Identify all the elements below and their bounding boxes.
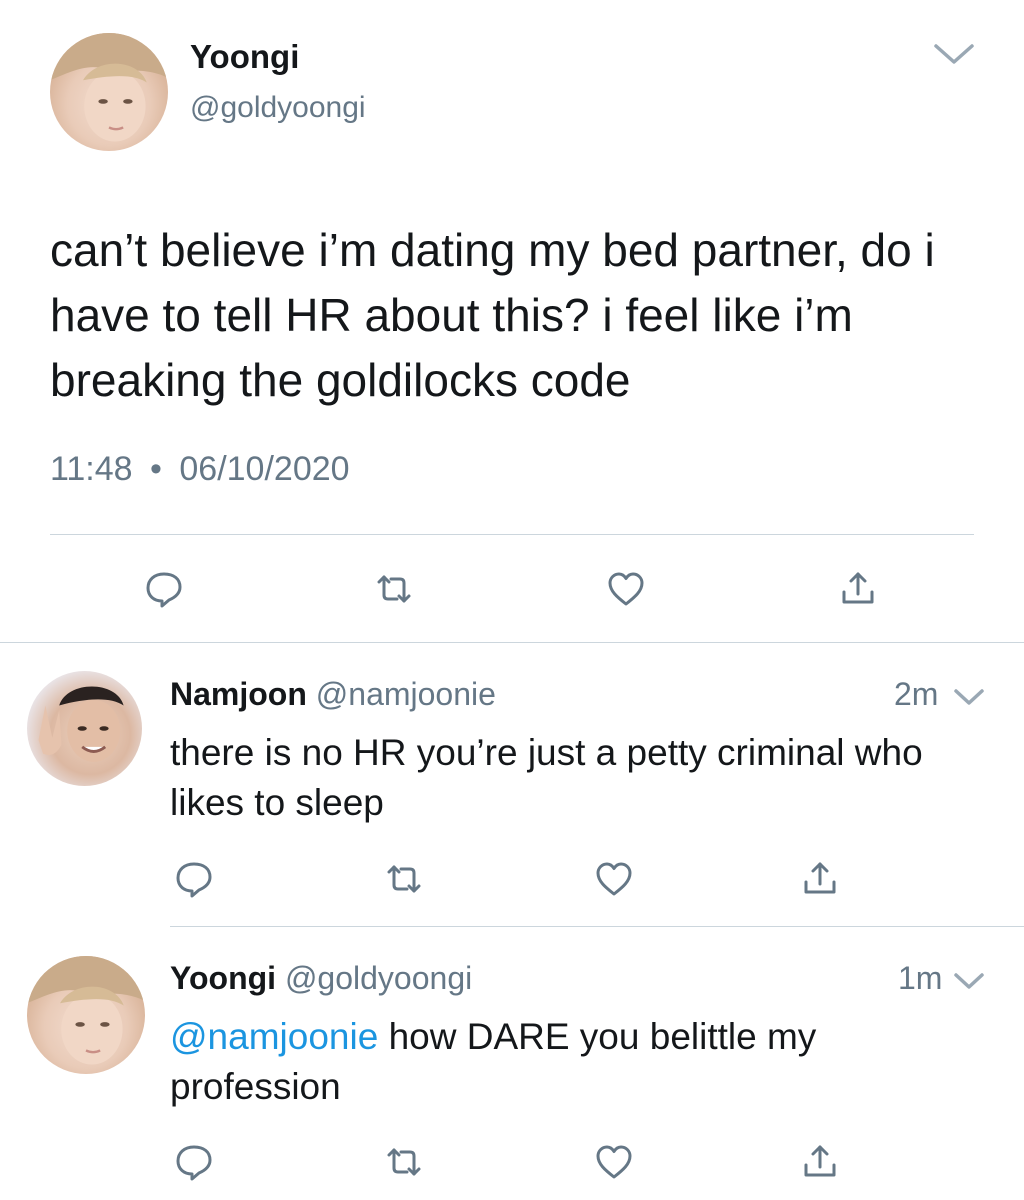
avatar-photo <box>38 686 124 762</box>
share-icon <box>804 1145 836 1177</box>
like-button[interactable] <box>602 565 650 613</box>
handle[interactable]: @namjoonie <box>316 676 496 712</box>
display-name[interactable]: Namjoon <box>170 676 307 712</box>
reply-age: 2m <box>894 676 939 712</box>
heart-icon <box>596 1145 632 1179</box>
chevron-down-icon[interactable] <box>952 686 986 708</box>
retweet-icon <box>387 865 421 893</box>
avatar[interactable] <box>27 671 142 786</box>
mention-link[interactable]: @namjoonie <box>170 1016 378 1057</box>
like-button[interactable] <box>590 855 638 903</box>
avatar[interactable] <box>50 33 168 151</box>
reply-text: @namjoonie how DARE you belittle my prof… <box>170 1012 930 1112</box>
divider <box>0 642 1024 643</box>
display-name[interactable]: Yoongi <box>170 960 276 996</box>
retweet-button[interactable] <box>370 565 418 613</box>
reply-text: there is no HR you’re just a petty crimi… <box>170 728 930 828</box>
share-button[interactable] <box>796 1138 844 1186</box>
timestamp: 11:48 • 06/10/2020 <box>50 450 350 489</box>
retweet-icon <box>387 1148 421 1176</box>
reply-age: 1m <box>898 960 943 996</box>
reply-button[interactable] <box>170 855 218 903</box>
share-button[interactable] <box>834 565 882 613</box>
reply-button[interactable] <box>140 565 188 613</box>
display-name[interactable]: Yoongi <box>190 38 299 76</box>
reply-icon <box>146 572 182 608</box>
reply-button[interactable] <box>170 1138 218 1186</box>
retweet-button[interactable] <box>380 1138 428 1186</box>
reply-body: there is no HR you’re just a petty crimi… <box>170 732 923 823</box>
chevron-down-icon[interactable] <box>932 40 976 68</box>
handle[interactable]: @goldyoongi <box>190 91 366 125</box>
tweet-text: can’t believe i’m dating my bed partner,… <box>50 224 935 406</box>
heart-icon <box>608 572 644 606</box>
handle[interactable]: @goldyoongi <box>285 960 472 996</box>
timestamp-separator: • <box>150 450 162 488</box>
retweet-icon <box>377 575 411 603</box>
divider <box>50 534 974 535</box>
avatar-photo <box>50 33 168 142</box>
share-button[interactable] <box>796 855 844 903</box>
retweet-button[interactable] <box>380 855 428 903</box>
divider <box>170 926 1024 927</box>
reply-icon <box>176 1145 212 1181</box>
tweet-date: 06/10/2020 <box>179 450 350 488</box>
avatar[interactable] <box>27 956 145 1074</box>
chevron-down-icon[interactable] <box>952 970 986 992</box>
tweet-time: 11:48 <box>50 450 133 488</box>
heart-icon <box>596 862 632 896</box>
avatar-photo <box>27 956 145 1065</box>
share-icon <box>804 862 836 894</box>
reply-header: Yoongi @goldyoongi <box>170 960 472 997</box>
like-button[interactable] <box>590 1138 638 1186</box>
reply-icon <box>176 862 212 898</box>
reply-header: Namjoon @namjoonie <box>170 676 496 713</box>
share-icon <box>842 572 874 604</box>
